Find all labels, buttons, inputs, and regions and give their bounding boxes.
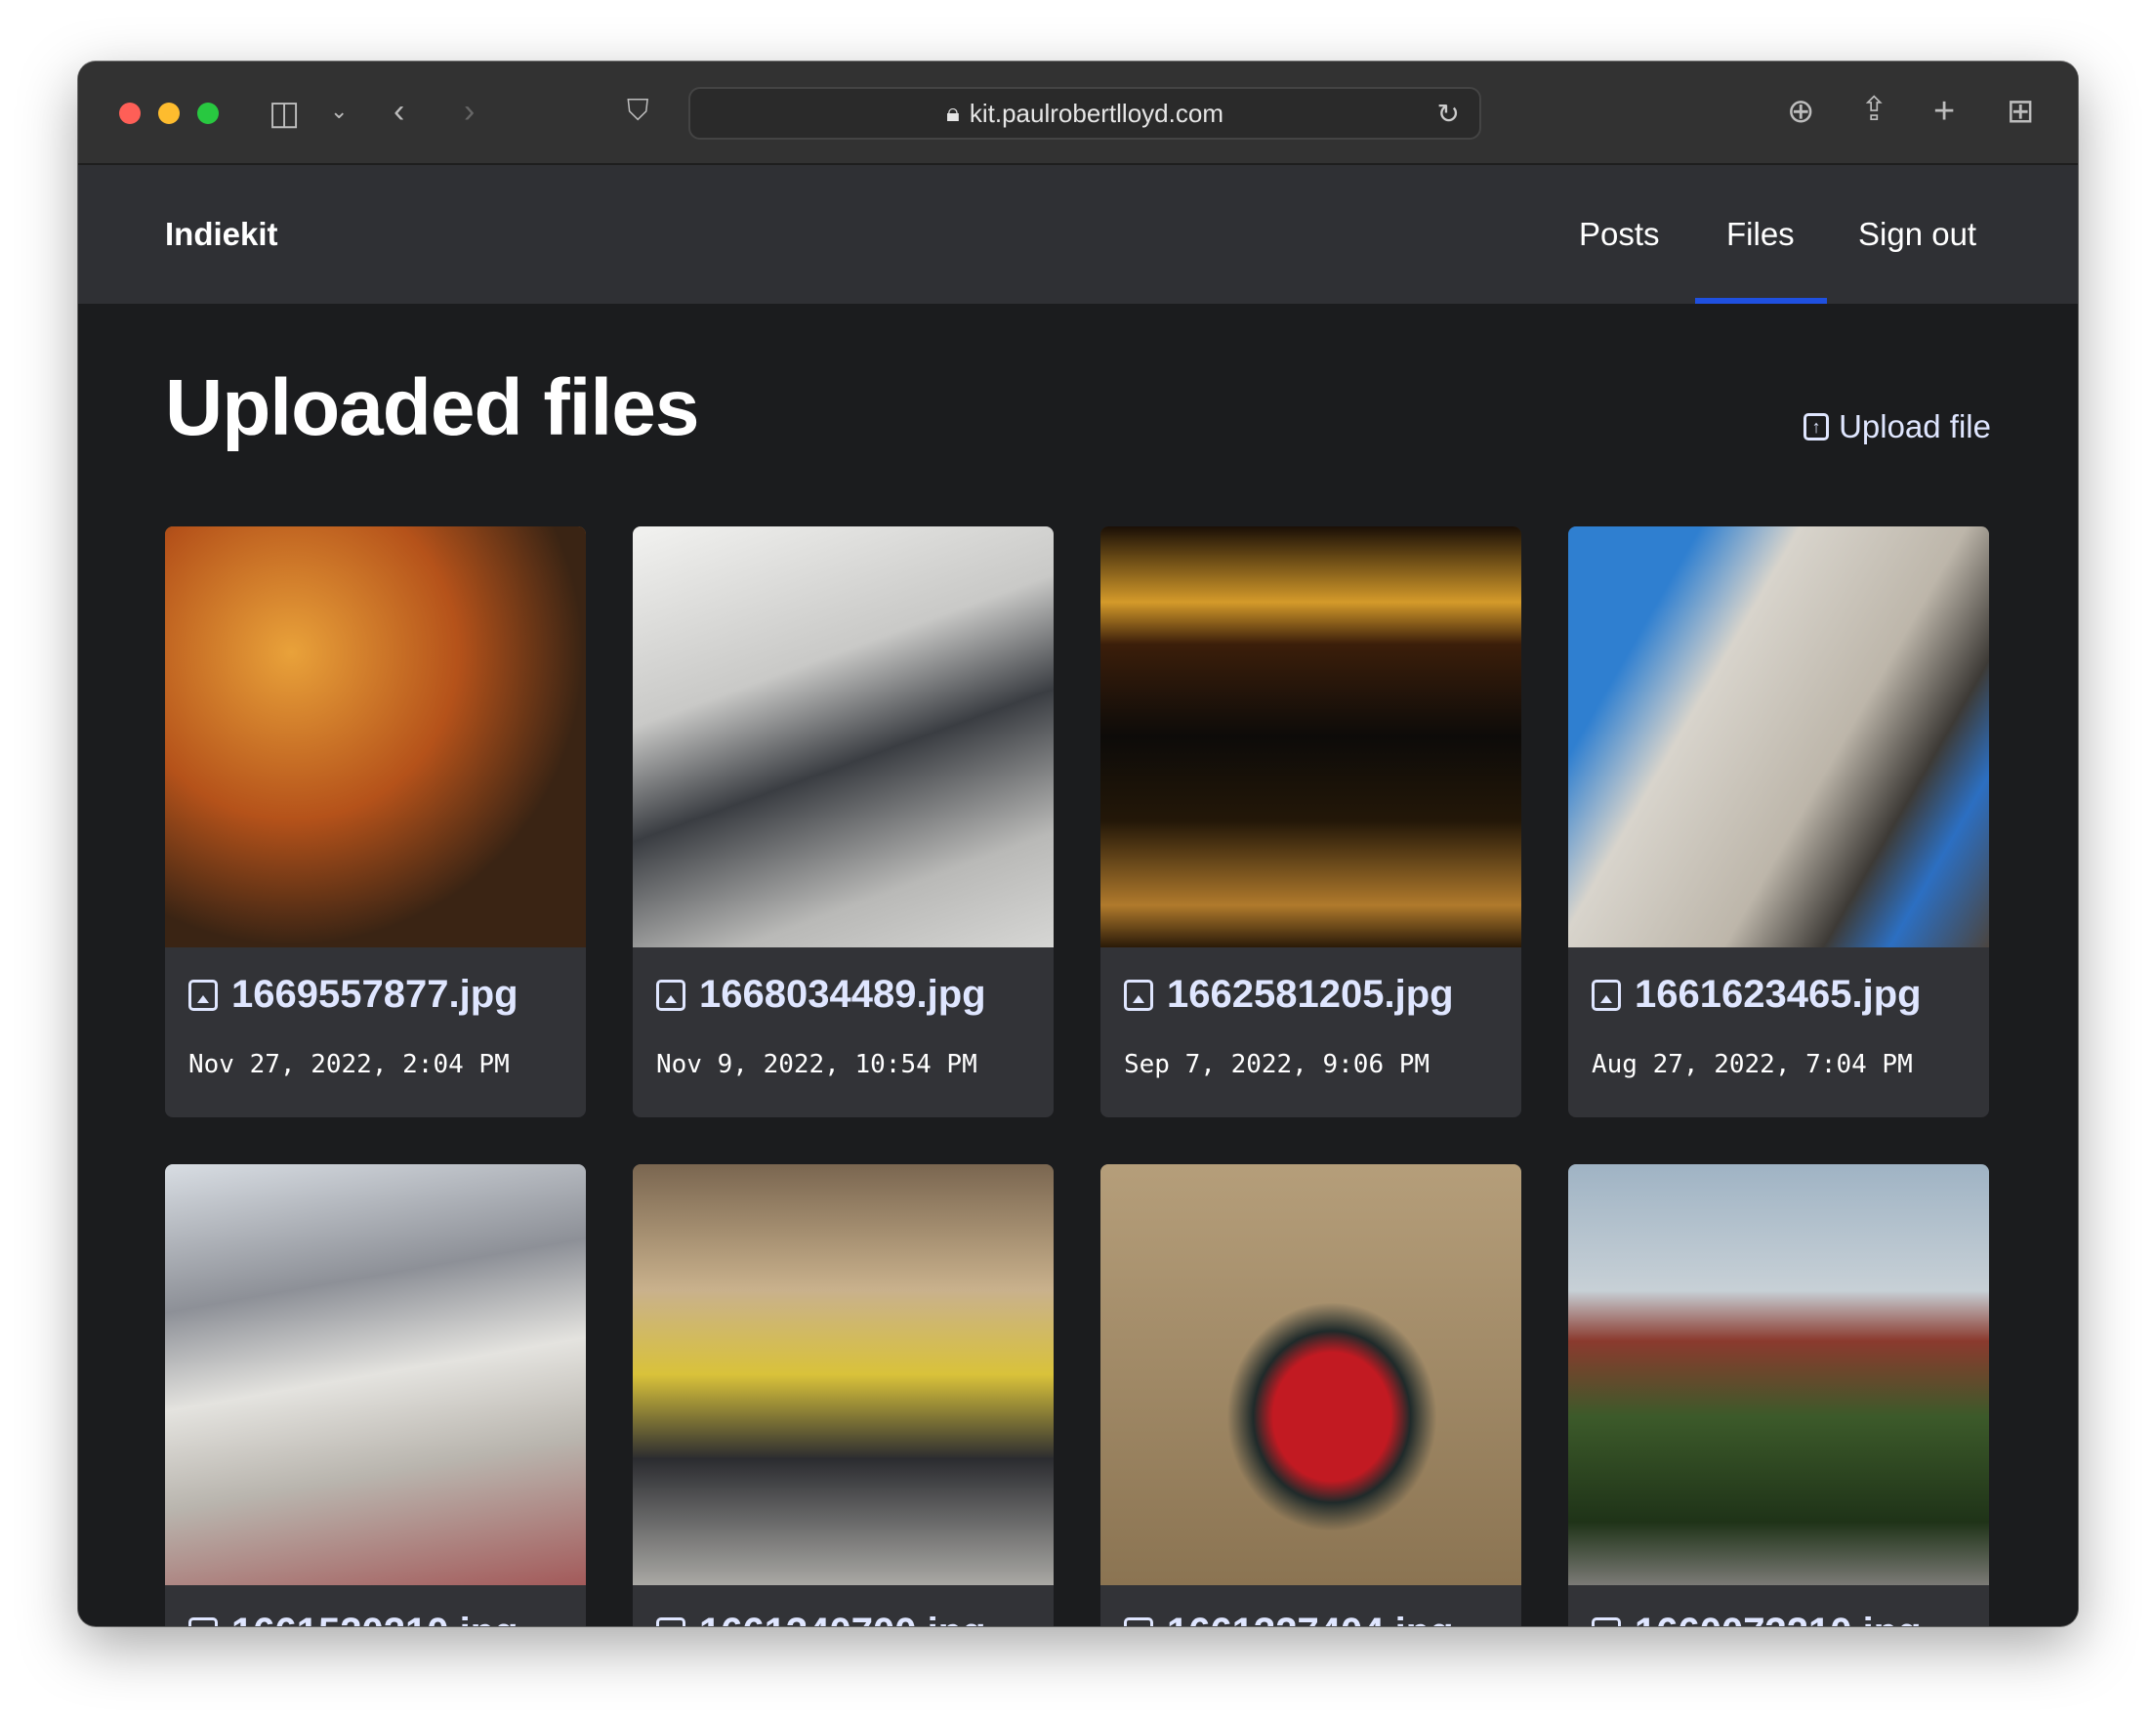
file-card[interactable]: 1661623465.jpg Aug 27, 2022, 7:04 PM [1568, 526, 1989, 1117]
image-file-icon [656, 979, 685, 1011]
reload-icon[interactable]: ↻ [1437, 98, 1460, 130]
file-card[interactable]: 1668034489.jpg Nov 9, 2022, 10:54 PM [633, 526, 1054, 1117]
site-header: Indiekit Posts Files Sign out [78, 165, 2078, 304]
browser-window: ◫ ⌄ ‹ › ⛉ 🔒︎ kit.paulrobertlloyd.com ↻ ⊕… [78, 62, 2078, 1626]
new-tab-icon[interactable]: + [1933, 93, 1955, 130]
file-thumbnail[interactable] [1568, 1164, 1989, 1585]
image-file-icon [1592, 979, 1621, 1011]
image-file-icon [656, 1616, 685, 1626]
browser-toolbar: ◫ ⌄ ‹ › ⛉ 🔒︎ kit.paulrobertlloyd.com ↻ ⊕… [78, 62, 2078, 165]
file-card[interactable]: 1661327404.jpg [1100, 1164, 1521, 1626]
file-card[interactable]: 1661340700.jpg [633, 1164, 1054, 1626]
chevron-down-icon[interactable]: ⌄ [330, 101, 348, 122]
image-file-icon [188, 979, 218, 1011]
file-date: Aug 27, 2022, 7:04 PM [1592, 1050, 1913, 1079]
upload-icon: ↑ [1804, 413, 1830, 440]
site-brand[interactable]: Indiekit [165, 216, 278, 253]
image-file-icon [1592, 1616, 1621, 1626]
upload-file-button[interactable]: ↑ Upload file [1804, 408, 1991, 445]
file-card[interactable]: 1669557877.jpg Nov 27, 2022, 2:04 PM [165, 526, 586, 1117]
file-thumbnail[interactable] [165, 526, 586, 947]
active-nav-indicator [1695, 298, 1827, 304]
minimize-window-button[interactable] [158, 103, 180, 124]
file-date: Nov 9, 2022, 10:54 PM [656, 1050, 977, 1079]
file-thumbnail[interactable] [1100, 526, 1521, 947]
file-date: Nov 27, 2022, 2:04 PM [188, 1050, 510, 1079]
file-name[interactable]: 1661623465.jpg [1635, 973, 1922, 1017]
file-thumbnail[interactable] [633, 1164, 1054, 1585]
shield-icon[interactable]: ⛉ [627, 97, 649, 126]
file-thumbnail[interactable] [1100, 1164, 1521, 1585]
file-thumbnail[interactable] [1568, 526, 1989, 947]
download-icon[interactable]: ⊕ [1787, 95, 1815, 128]
image-file-icon [1124, 979, 1153, 1011]
file-card[interactable]: 1661520210.jpg [165, 1164, 586, 1626]
file-name[interactable]: 1668034489.jpg [699, 973, 986, 1017]
file-name[interactable]: 1661520210.jpg [231, 1611, 518, 1626]
nav-files[interactable]: Files [1726, 216, 1795, 253]
file-thumbnail[interactable] [165, 1164, 586, 1585]
nav-sign-out[interactable]: Sign out [1858, 216, 1976, 253]
file-thumbnail[interactable] [633, 526, 1054, 947]
file-name[interactable]: 1661327404.jpg [1167, 1611, 1454, 1626]
zoom-window-button[interactable] [197, 103, 219, 124]
lock-icon: 🔒︎ [946, 98, 960, 127]
tab-overview-icon[interactable]: ⊞ [2007, 95, 2035, 128]
upload-file-label: Upload file [1839, 408, 1991, 444]
file-name[interactable]: 1660073210.jpg [1635, 1611, 1922, 1626]
page-title: Uploaded files [165, 363, 699, 452]
close-window-button[interactable] [119, 103, 141, 124]
file-card[interactable]: 1662581205.jpg Sep 7, 2022, 9:06 PM [1100, 526, 1521, 1117]
image-file-icon [188, 1616, 218, 1626]
file-card[interactable]: 1660073210.jpg [1568, 1164, 1989, 1626]
image-file-icon [1124, 1616, 1153, 1626]
forward-icon[interactable]: › [464, 95, 475, 128]
file-name[interactable]: 1669557877.jpg [231, 973, 518, 1017]
file-date: Sep 7, 2022, 9:06 PM [1124, 1050, 1430, 1079]
file-name[interactable]: 1662581205.jpg [1167, 973, 1454, 1017]
back-icon[interactable]: ‹ [394, 95, 404, 128]
nav-posts[interactable]: Posts [1579, 216, 1660, 253]
address-bar[interactable]: 🔒︎ kit.paulrobertlloyd.com ↻ [688, 87, 1481, 140]
sidebar-icon[interactable]: ◫ [269, 97, 300, 130]
file-name[interactable]: 1661340700.jpg [699, 1611, 986, 1626]
url-text: kit.paulrobertlloyd.com [969, 98, 1223, 128]
files-grid: 1669557877.jpg Nov 27, 2022, 2:04 PM 1668… [165, 526, 1991, 1626]
share-icon[interactable]: ⇪ [1860, 93, 1888, 126]
